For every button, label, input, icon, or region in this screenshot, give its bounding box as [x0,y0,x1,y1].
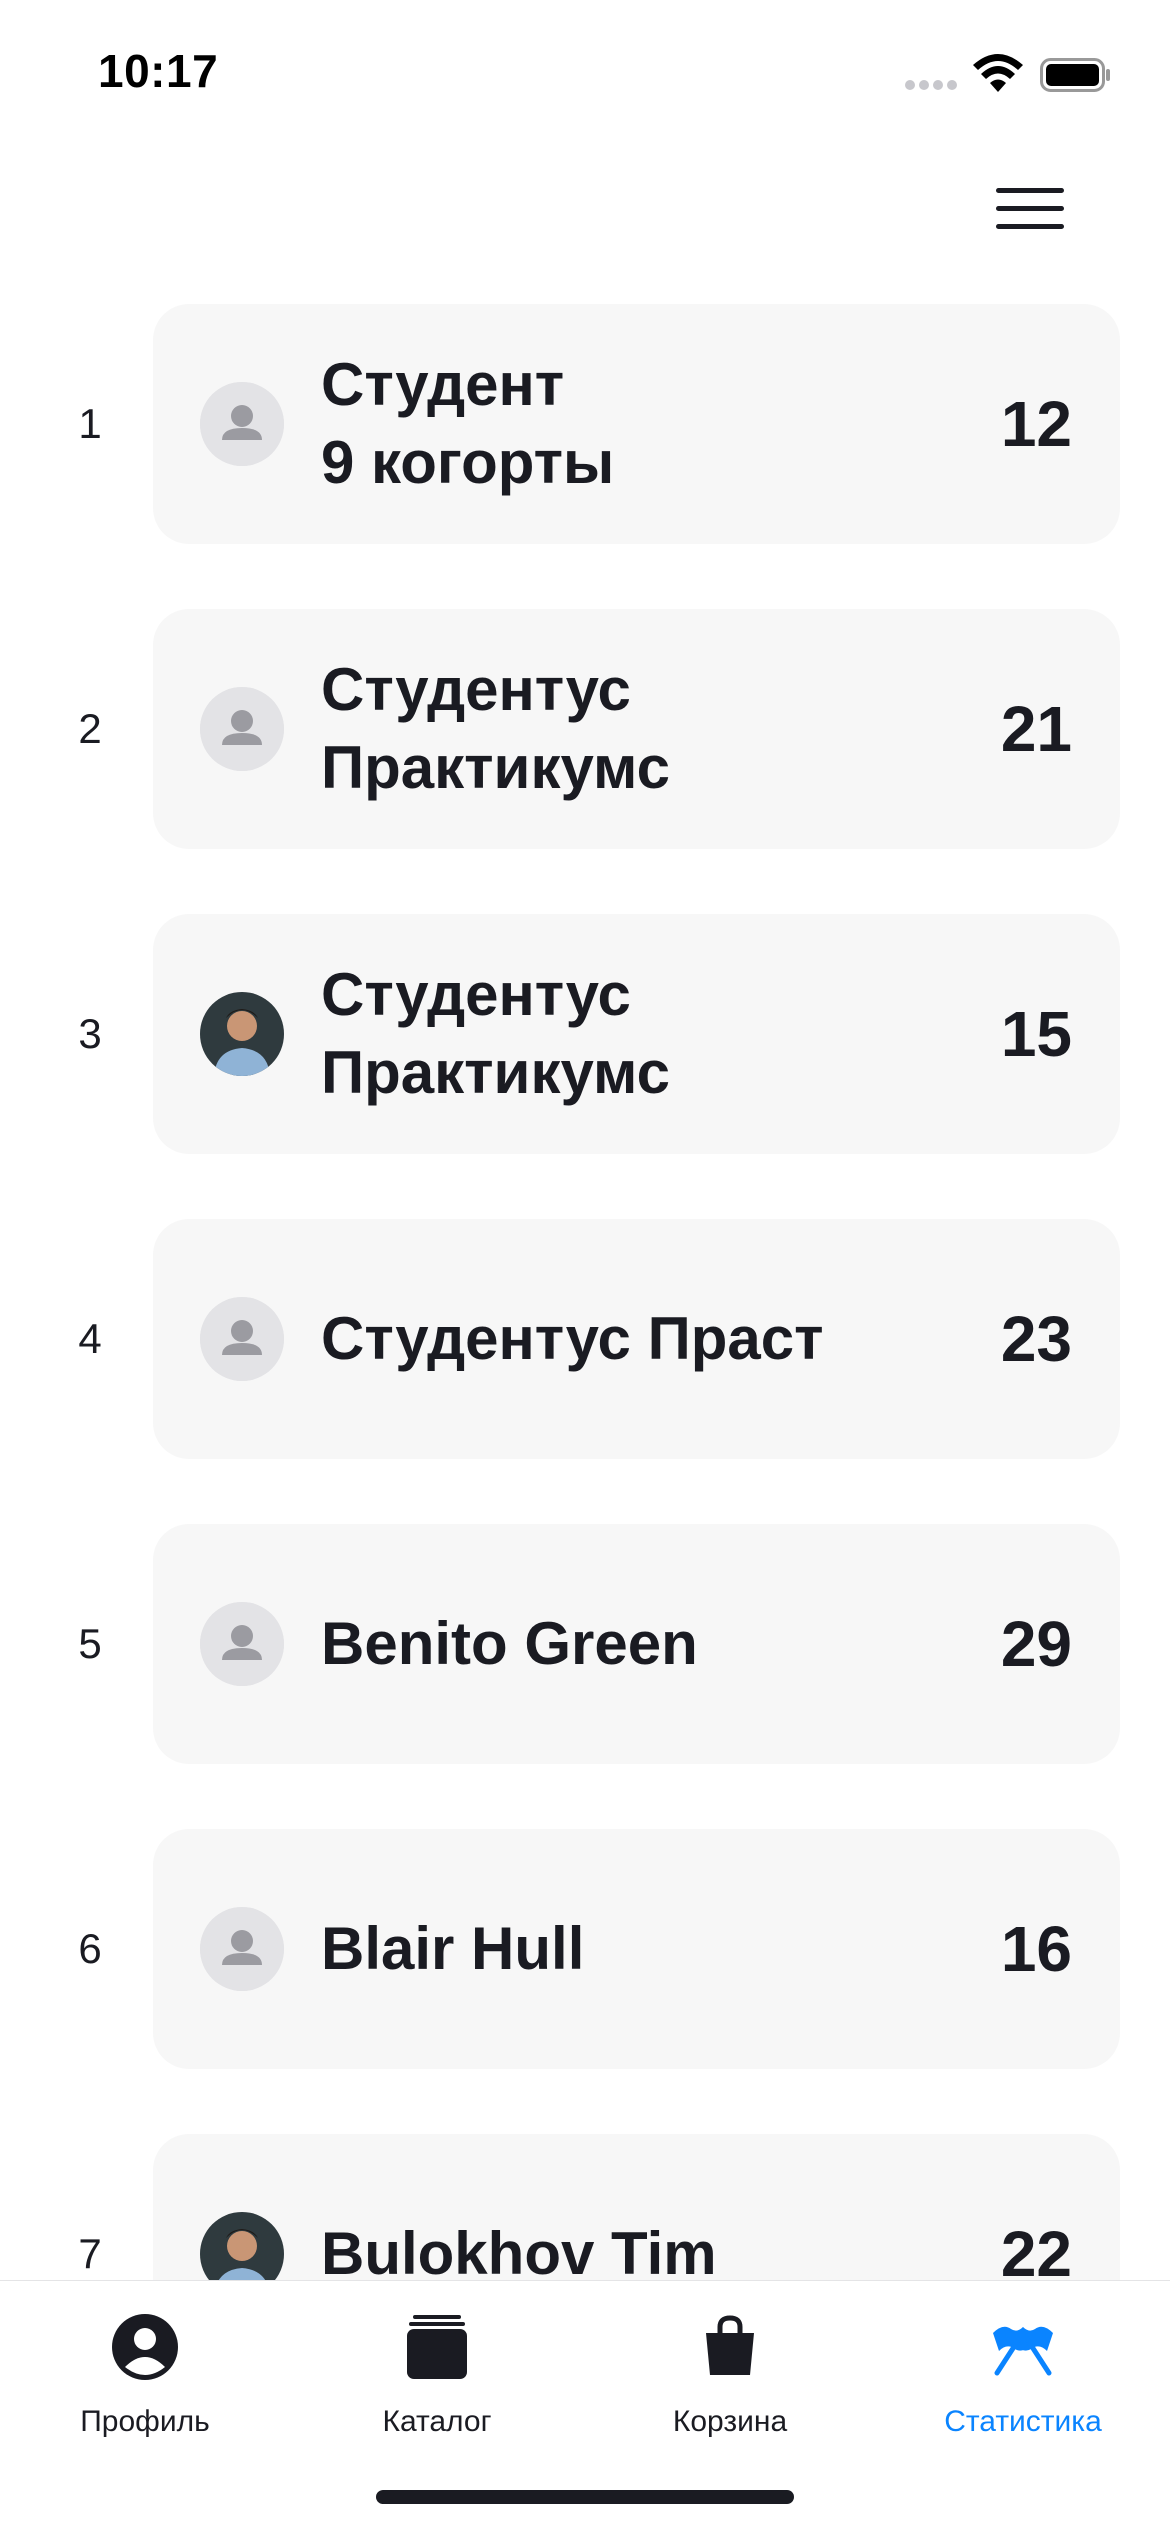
rating-row[interactable]: 6 Blair Hull 16 [0,1829,1170,2069]
avatar-placeholder-icon [200,1602,284,1686]
rating-row[interactable]: 4 Студентус Праст 23 [0,1219,1170,1459]
nft-count: 15 [1000,998,1072,1070]
user-name: Студент 9 когорты [321,351,615,496]
user-card[interactable]: Студентус Праст 23 [153,1219,1120,1459]
sort-menu-button[interactable] [990,180,1070,240]
tab-statistics-label: Статистика [944,2405,1102,2438]
row-rank: 1 [78,400,102,447]
rating-row[interactable]: 3 Студентус Практикумс 15 [0,914,1170,1154]
nft-count: 12 [1000,388,1072,460]
avatar-placeholder-icon [200,382,284,466]
avatar-photo [200,992,284,1076]
statistics-screen: 10:17 1 Студент 9 когорты 12 2 Студентус Пра… [0,0,1170,2532]
statistics-icon [993,2326,1053,2376]
rating-row[interactable]: 1 Студент 9 когорты 12 [0,304,1170,544]
tab-profile[interactable]: Профиль [35,2301,255,2461]
tab-profile-label: Профиль [80,2405,210,2438]
user-card[interactable]: Студентус Практикумс 15 [153,914,1120,1154]
tab-cart[interactable]: Корзина [620,2301,840,2461]
nft-count: 21 [1000,693,1072,765]
signal-icon [905,80,957,92]
row-rank: 5 [78,1620,102,1667]
user-card[interactable]: Студентус Практикумс 21 [153,609,1120,849]
user-card[interactable]: Blair Hull 16 [153,1829,1120,2069]
avatar-placeholder-icon [200,1297,284,1381]
tab-cart-label: Корзина [672,2405,788,2438]
user-card[interactable]: Студент 9 когорты 12 [153,304,1120,544]
tab-catalog-label: Каталог [382,2405,492,2438]
user-name: Студентус Практикумс [321,656,671,801]
rating-row[interactable]: 2 Студентус Практикумс 21 [0,609,1170,849]
home-indicator [376,2490,794,2504]
tab-statistics[interactable]: Статистика [913,2301,1133,2461]
avatar-placeholder-icon [200,687,284,771]
row-rank: 2 [78,705,102,752]
user-name: Benito Green [321,1610,698,1677]
user-name: Студентус Праст [321,1305,824,1372]
status-time: 10:17 [98,45,219,97]
cart-icon [706,2315,754,2375]
status-bar: 10:17 [0,0,1170,150]
row-rank: 6 [78,1925,102,1972]
tab-catalog[interactable]: Каталог [327,2301,547,2461]
nft-count: 29 [1000,1608,1072,1680]
battery-icon [1040,58,1110,92]
user-name: Студентус Практикумс [321,961,671,1106]
profile-icon [112,2314,178,2380]
row-rank: 4 [78,1315,102,1362]
user-card[interactable]: Benito Green 29 [153,1524,1120,1764]
row-rank: 3 [78,1010,102,1057]
nft-count: 23 [1000,1303,1072,1375]
rating-row[interactable]: 5 Benito Green 29 [0,1524,1170,1764]
catalog-icon [407,2315,467,2379]
wifi-icon [973,54,1023,92]
nft-count: 16 [1000,1913,1072,1985]
avatar-placeholder-icon [200,1907,284,1991]
user-name: Blair Hull [321,1915,585,1982]
